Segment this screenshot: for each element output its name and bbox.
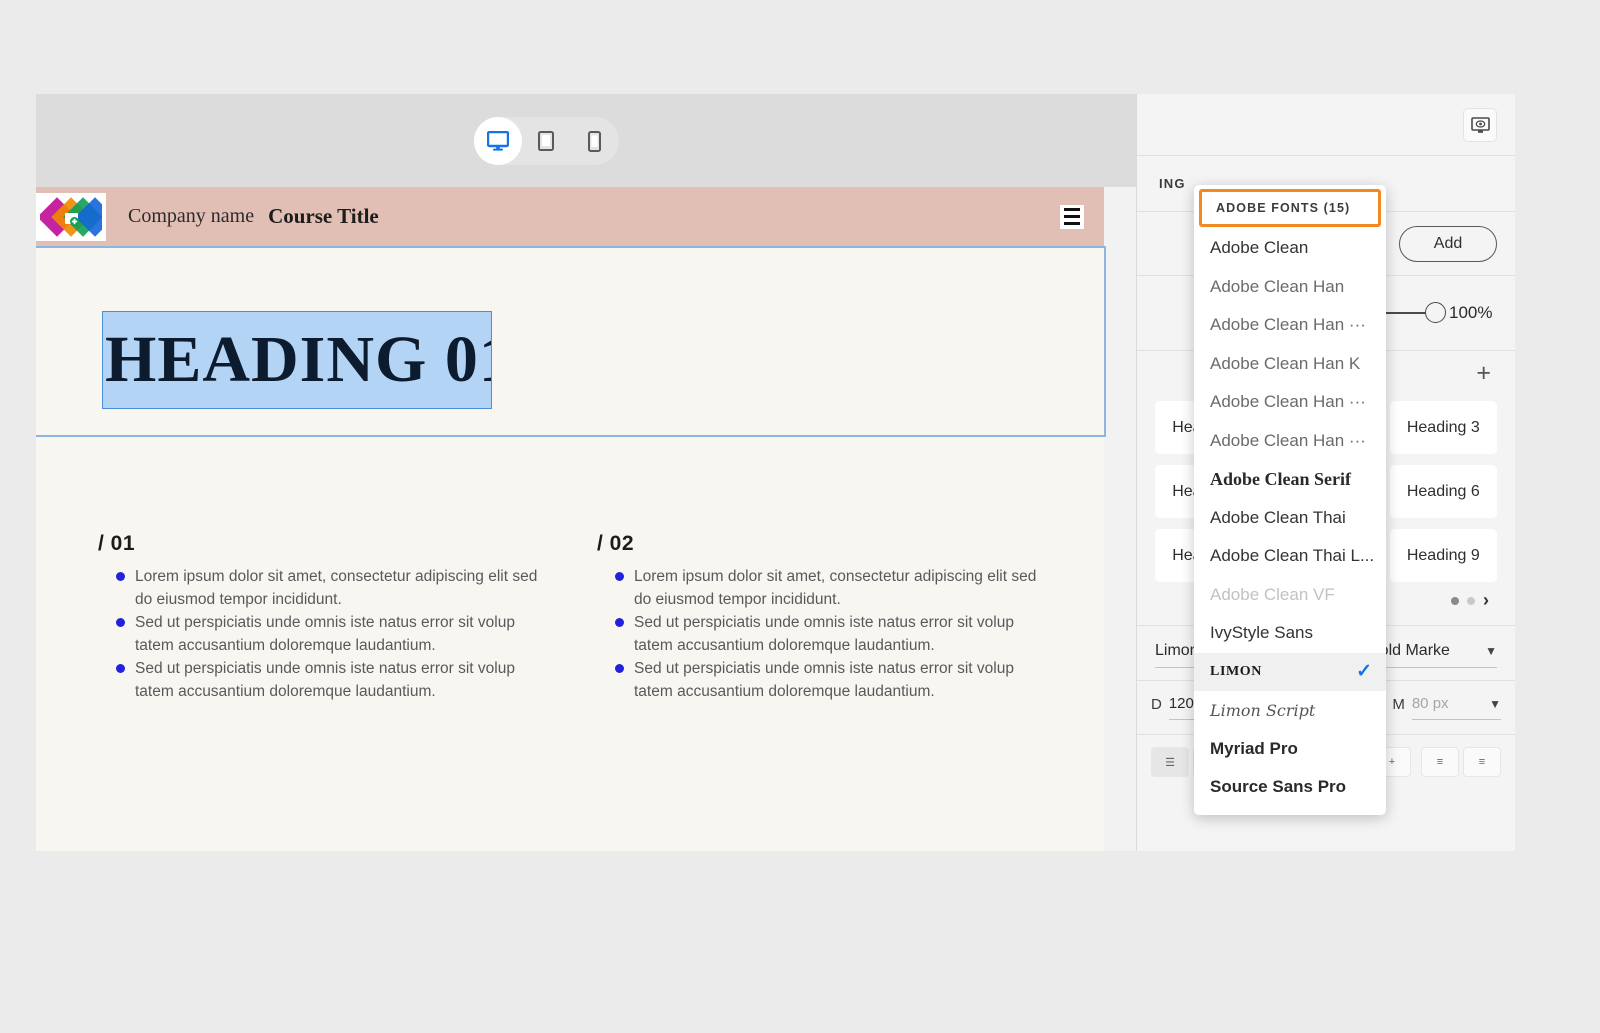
- font-option-adobe-clean-vf[interactable]: Adobe Clean VF: [1194, 576, 1386, 615]
- column-number: / 01: [98, 532, 136, 555]
- chevron-right-icon[interactable]: ›: [1483, 590, 1489, 611]
- desktop-icon: [487, 131, 509, 151]
- pager-dot[interactable]: [1451, 596, 1459, 605]
- site-logo[interactable]: [36, 192, 106, 241]
- mobile-size-group: M 80 px ▼: [1392, 695, 1502, 720]
- device-option-mobile[interactable]: [570, 117, 618, 165]
- font-option-ivystyle-sans[interactable]: IvyStyle Sans: [1194, 614, 1386, 653]
- chevron-down-icon: ▼: [1485, 644, 1497, 658]
- hero-heading-text[interactable]: HEADING 01: [102, 311, 492, 409]
- mobile-icon: [587, 130, 601, 152]
- font-option-adobe-clean-thai[interactable]: Adobe Clean Thai: [1194, 499, 1386, 538]
- adobe-fonts-header: ADOBE FONTS (15): [1199, 189, 1381, 227]
- tablet-icon: [538, 131, 554, 151]
- scale-slider-knob[interactable]: [1425, 302, 1446, 323]
- heading-chip[interactable]: Heading 3: [1389, 401, 1497, 454]
- list-item: Sed ut perspiciatis unde omnis iste natu…: [597, 657, 1042, 703]
- panel-toolbar: [1137, 94, 1515, 156]
- bulleted-list-icon[interactable]: ≡: [1463, 747, 1501, 777]
- diamond-logo-icon: [40, 196, 102, 237]
- pager-dot[interactable]: [1467, 596, 1475, 605]
- font-option-limon-script[interactable]: Limon Script: [1194, 691, 1386, 730]
- adobe-fonts-dropdown[interactable]: ADOBE FONTS (15) Adobe Clean Adobe Clean…: [1194, 185, 1386, 815]
- course-title: Course Title: [268, 204, 379, 228]
- checkmark-icon: ✓: [1356, 661, 1372, 683]
- content-column: / 01 Lorem ipsum dolor sit amet, consect…: [98, 532, 543, 704]
- font-option-adobe-clean-han-4[interactable]: Adobe Clean Han ···: [1194, 383, 1386, 422]
- hero-section[interactable]: HEADING 01: [36, 246, 1106, 437]
- column-bullet-list: Lorem ipsum dolor sit amet, consectetur …: [98, 565, 543, 704]
- list-item: Sed ut perspiciatis unde omnis iste natu…: [98, 611, 543, 657]
- add-button[interactable]: Add: [1399, 225, 1497, 262]
- company-name: Company name: [128, 205, 255, 227]
- column-bullet-list: Lorem ipsum dolor sit amet, consectetur …: [597, 565, 1042, 704]
- font-option-adobe-clean-han-k[interactable]: Adobe Clean Han K: [1194, 345, 1386, 384]
- font-option-adobe-clean-han[interactable]: Adobe Clean Han: [1194, 268, 1386, 307]
- plus-icon[interactable]: +: [1476, 361, 1491, 386]
- column-number: / 02: [597, 532, 635, 555]
- application-window: Company name Course Title HEADING 01 / 0…: [36, 94, 1515, 851]
- list-item: Lorem ipsum dolor sit amet, consectetur …: [98, 565, 543, 611]
- list-item: Sed ut perspiciatis unde omnis iste natu…: [98, 657, 543, 703]
- device-option-desktop[interactable]: [474, 117, 522, 165]
- content-columns: / 01 Lorem ipsum dolor sit amet, consect…: [36, 532, 1104, 704]
- hamburger-bar: [1064, 215, 1080, 218]
- content-column: / 02 Lorem ipsum dolor sit amet, consect…: [597, 532, 1042, 704]
- page-canvas: Company name Course Title HEADING 01 / 0…: [36, 187, 1106, 851]
- site-header: Company name Course Title: [36, 187, 1104, 246]
- hamburger-menu-icon[interactable]: [1060, 204, 1084, 229]
- mobile-size-value: 80 px: [1411, 695, 1449, 712]
- heading-chip[interactable]: Heading 9: [1389, 529, 1497, 582]
- heading-chip[interactable]: Heading 6: [1389, 465, 1497, 518]
- list-item: Lorem ipsum dolor sit amet, consectetur …: [597, 565, 1042, 611]
- device-option-tablet[interactable]: [522, 117, 570, 165]
- hamburger-bar: [1064, 222, 1080, 225]
- list-item: Sed ut perspiciatis unde omnis iste natu…: [597, 611, 1042, 657]
- font-option-adobe-clean-thai-l[interactable]: Adobe Clean Thai L...: [1194, 537, 1386, 576]
- font-option-limon[interactable]: LIMON ✓: [1194, 652, 1386, 691]
- font-option-adobe-clean-han-5[interactable]: Adobe Clean Han ···: [1194, 422, 1386, 461]
- font-option-adobe-clean-han-2[interactable]: Adobe Clean Han ···: [1194, 306, 1386, 345]
- font-style-dropdown[interactable]: Bold Marke ▼: [1369, 642, 1497, 668]
- align-group-list: ≡ ≡: [1421, 747, 1501, 777]
- device-switcher[interactable]: [474, 117, 619, 165]
- preview-monitor-icon[interactable]: [1463, 108, 1497, 142]
- align-left-icon[interactable]: ☰: [1151, 747, 1189, 777]
- size-label-desktop: D: [1151, 696, 1162, 713]
- device-preview-toolbar: [36, 94, 1136, 187]
- font-option-limon-label: LIMON: [1210, 663, 1262, 679]
- mobile-size-dropdown[interactable]: 80 px ▼: [1411, 695, 1502, 720]
- preview-icon-glyph: [1470, 116, 1490, 133]
- font-option-source-sans-pro[interactable]: Source Sans Pro: [1194, 768, 1386, 807]
- font-option-adobe-clean[interactable]: Adobe Clean: [1194, 229, 1386, 268]
- size-label-mobile: M: [1392, 696, 1405, 713]
- font-family-value: Limon: [1155, 642, 1199, 659]
- numbered-list-icon[interactable]: ≡: [1421, 747, 1459, 777]
- font-option-adobe-clean-serif[interactable]: Adobe Clean Serif: [1194, 460, 1386, 499]
- font-option-myriad-pro[interactable]: Myriad Pro: [1194, 730, 1386, 769]
- chevron-down-icon: ▼: [1489, 696, 1502, 711]
- scale-value: 100%: [1449, 303, 1493, 322]
- hamburger-bar: [1064, 208, 1080, 211]
